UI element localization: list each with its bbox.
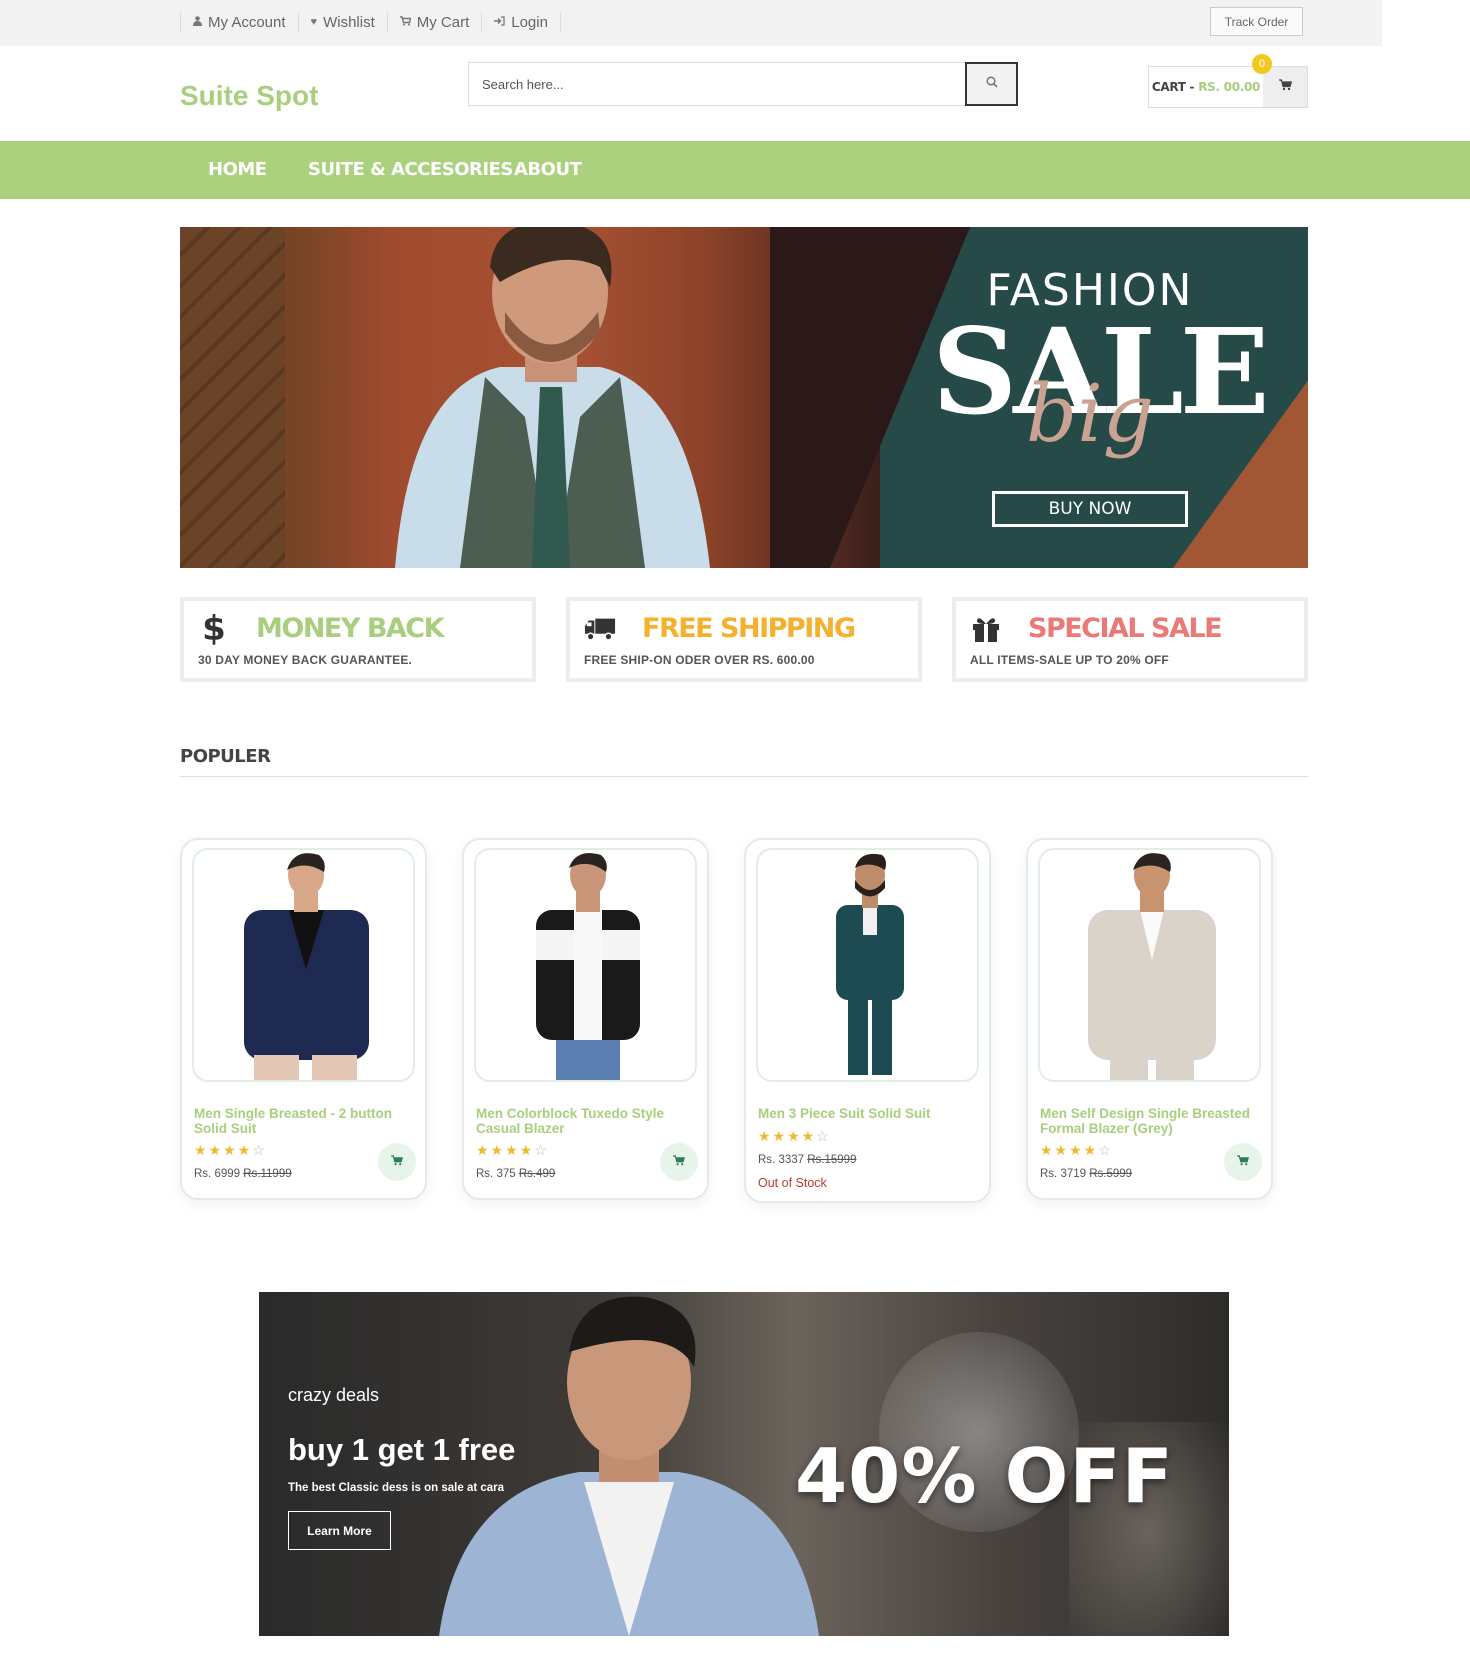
track-order-button[interactable]: Track Order bbox=[1210, 7, 1303, 36]
my-cart-label: My Cart bbox=[416, 13, 470, 31]
gift-icon bbox=[970, 613, 1002, 645]
product-rating: ★★★★☆ bbox=[194, 1142, 267, 1159]
out-of-stock-label: Out of Stock bbox=[758, 1176, 827, 1190]
wishlist-link[interactable]: ♥ Wishlist bbox=[297, 12, 387, 32]
product-name[interactable]: Men Colorblock Tuxedo Style Casual Blaze… bbox=[476, 1106, 696, 1136]
hero-buy-now-button[interactable]: BUY NOW bbox=[992, 491, 1188, 527]
truck-icon bbox=[584, 613, 616, 645]
product-card[interactable]: Men Self Design Single Breasted Formal B… bbox=[1026, 838, 1273, 1200]
current-price: Rs. 375 bbox=[476, 1168, 516, 1180]
deal-offer-text: 40% OFF bbox=[795, 1432, 1174, 1520]
cart-icon bbox=[1237, 1153, 1250, 1171]
star-icon: ★★★★ bbox=[194, 1142, 253, 1158]
dollar-icon: $ bbox=[202, 609, 226, 649]
cart-icon bbox=[673, 1153, 686, 1171]
add-to-cart-button[interactable] bbox=[660, 1143, 698, 1181]
old-price: Rs.15999 bbox=[807, 1154, 857, 1166]
current-price: Rs. 3337 bbox=[758, 1154, 805, 1166]
product-image bbox=[1038, 848, 1261, 1082]
search-input[interactable] bbox=[469, 63, 965, 105]
product-rating: ★★★★☆ bbox=[1040, 1142, 1113, 1159]
product-card[interactable]: Men Single Breasted - 2 button Solid Sui… bbox=[180, 838, 427, 1200]
cart-icon bbox=[391, 1153, 404, 1171]
user-icon bbox=[193, 15, 202, 29]
current-price: Rs. 6999 bbox=[194, 1168, 241, 1180]
top-bar: My Account ♥ Wishlist My Cart Login Trac… bbox=[0, 0, 1382, 46]
product-card[interactable]: Men 3 Piece Suit Solid Suit ★★★★☆ Rs. 33… bbox=[744, 838, 991, 1203]
cart-amount: RS. 00.00 bbox=[1198, 80, 1261, 94]
header-cart-button[interactable]: CART - RS. 00.00 bbox=[1148, 66, 1308, 108]
old-price: Rs.11999 bbox=[243, 1168, 292, 1180]
hero-model-image bbox=[395, 227, 710, 568]
nav-suite-accessories[interactable]: SUITE & ACCESORIES bbox=[308, 141, 513, 199]
search-button[interactable] bbox=[965, 62, 1018, 106]
cart-icon bbox=[399, 15, 412, 29]
login-label: Login bbox=[511, 13, 548, 31]
section-title-popular: POPULER bbox=[180, 746, 271, 767]
feature-free-shipping: FREE SHIPPING FREE SHIP-ON ODER OVER RS.… bbox=[566, 597, 922, 682]
cart-icon-box bbox=[1263, 67, 1307, 107]
site-logo[interactable]: Suite Spot bbox=[180, 80, 318, 112]
product-image bbox=[474, 848, 697, 1082]
star-icon: ★★★★ bbox=[476, 1142, 535, 1158]
star-empty-icon: ☆ bbox=[816, 1128, 831, 1144]
login-link[interactable]: Login bbox=[481, 12, 561, 32]
product-name[interactable]: Men Single Breasted - 2 button Solid Sui… bbox=[194, 1106, 414, 1136]
main-nav: HOME SUITE & ACCESORIES ABOUT bbox=[0, 141, 1470, 199]
my-account-label: My Account bbox=[208, 13, 286, 31]
learn-more-button[interactable]: Learn More bbox=[288, 1511, 391, 1550]
add-to-cart-button[interactable] bbox=[1224, 1143, 1262, 1181]
feature-money-back: $ MONEY BACK 30 DAY MONEY BACK GUARANTEE… bbox=[180, 597, 536, 682]
star-icon: ★★★★ bbox=[758, 1128, 817, 1144]
old-price: Rs.499 bbox=[518, 1168, 556, 1180]
deal-subtext: The best Classic dess is on sale at cara bbox=[288, 1482, 505, 1494]
deal-banner[interactable]: crazy deals buy 1 get 1 free The best Cl… bbox=[259, 1292, 1229, 1636]
wishlist-label: Wishlist bbox=[323, 13, 375, 31]
product-price: Rs. 375 Rs.499 bbox=[476, 1168, 555, 1180]
product-image bbox=[756, 848, 979, 1082]
star-empty-icon: ☆ bbox=[1098, 1142, 1113, 1158]
login-icon bbox=[494, 15, 505, 29]
product-price: Rs. 3337 Rs.15999 bbox=[758, 1154, 856, 1166]
star-icon: ★★★★ bbox=[1040, 1142, 1099, 1158]
deal-kicker: crazy deals bbox=[288, 1385, 380, 1405]
nav-about[interactable]: ABOUT bbox=[514, 141, 582, 199]
product-price: Rs. 3719 Rs.5999 bbox=[1040, 1168, 1132, 1180]
product-card[interactable]: Men Colorblock Tuxedo Style Casual Blaze… bbox=[462, 838, 709, 1200]
add-to-cart-button[interactable] bbox=[378, 1143, 416, 1181]
product-rating: ★★★★☆ bbox=[758, 1128, 831, 1145]
product-name[interactable]: Men 3 Piece Suit Solid Suit bbox=[758, 1106, 978, 1121]
feature-title: SPECIAL SALE bbox=[1028, 613, 1223, 644]
search-bar bbox=[468, 62, 1018, 106]
my-account-link[interactable]: My Account bbox=[180, 12, 298, 32]
my-cart-link[interactable]: My Cart bbox=[386, 12, 482, 32]
cart-summary: CART - RS. 00.00 bbox=[1149, 67, 1263, 107]
top-links: My Account ♥ Wishlist My Cart Login bbox=[180, 12, 561, 32]
product-price: Rs. 6999 Rs.11999 bbox=[194, 1168, 292, 1180]
deal-headline: buy 1 get 1 free bbox=[288, 1432, 516, 1467]
shopping-cart-icon bbox=[1278, 78, 1292, 96]
hero-door-texture bbox=[180, 227, 285, 568]
section-divider bbox=[180, 776, 1308, 777]
hero-banner[interactable]: FASHION SALE big BUY NOW bbox=[180, 227, 1308, 568]
cart-count-badge: 0 bbox=[1252, 54, 1272, 74]
star-empty-icon: ☆ bbox=[252, 1142, 267, 1158]
product-image bbox=[192, 848, 415, 1082]
search-icon bbox=[985, 75, 998, 93]
feature-desc: FREE SHIP-ON ODER OVER RS. 600.00 bbox=[584, 653, 815, 667]
old-price: Rs.5999 bbox=[1089, 1168, 1133, 1180]
hero-line-big: big bbox=[1025, 367, 1154, 460]
feature-desc: 30 DAY MONEY BACK GUARANTEE. bbox=[198, 653, 413, 667]
feature-title: FREE SHIPPING bbox=[642, 613, 856, 644]
heart-icon: ♥ bbox=[310, 16, 318, 28]
cart-label: CART - bbox=[1151, 80, 1195, 94]
current-price: Rs. 3719 bbox=[1040, 1168, 1087, 1180]
feature-desc: ALL ITEMS-SALE UP TO 20% OFF bbox=[970, 653, 1169, 667]
product-name[interactable]: Men Self Design Single Breasted Formal B… bbox=[1040, 1106, 1260, 1136]
product-rating: ★★★★☆ bbox=[476, 1142, 549, 1159]
nav-home[interactable]: HOME bbox=[208, 141, 267, 199]
star-empty-icon: ☆ bbox=[534, 1142, 549, 1158]
feature-special-sale: SPECIAL SALE ALL ITEMS-SALE UP TO 20% OF… bbox=[952, 597, 1308, 682]
feature-title: MONEY BACK bbox=[256, 613, 445, 644]
